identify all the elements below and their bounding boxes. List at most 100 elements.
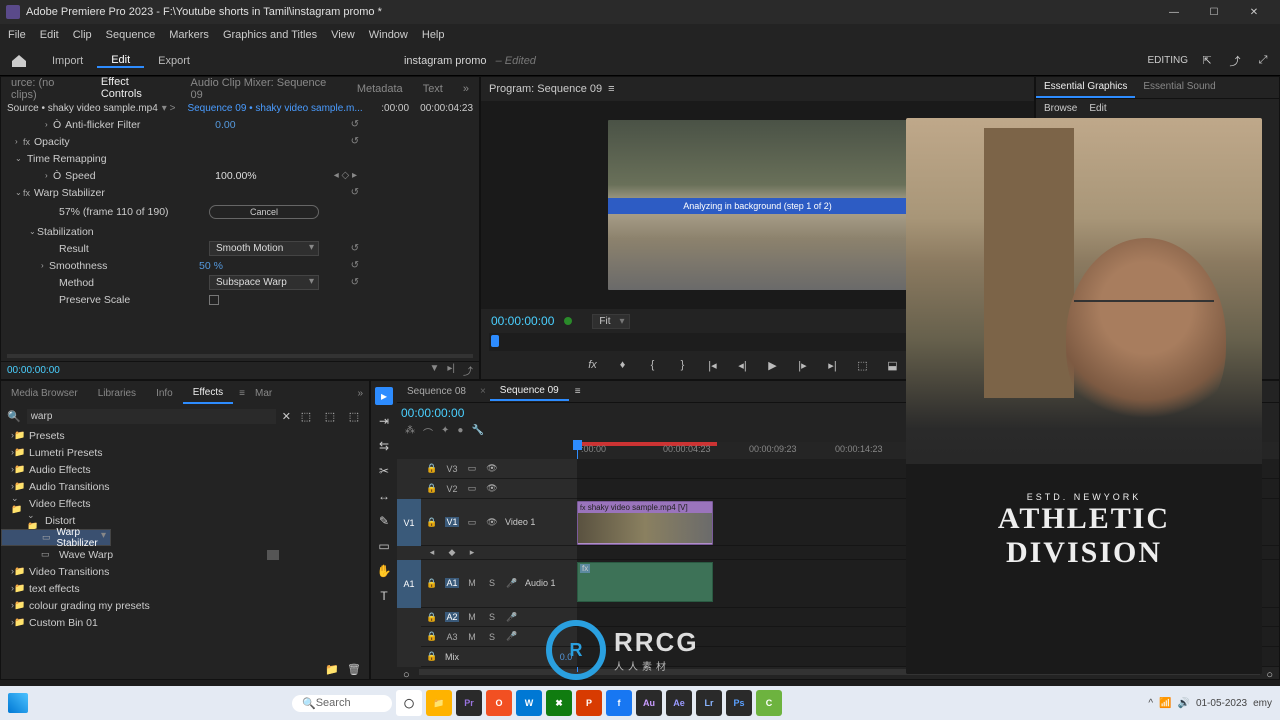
time-remapping-label[interactable]: Time Remapping: [27, 153, 177, 165]
speed-value[interactable]: 100.00%: [215, 170, 256, 182]
seq-tab-08[interactable]: Sequence 08: [397, 383, 476, 400]
anti-flicker-value[interactable]: 0.00: [215, 119, 235, 131]
subtab-browse[interactable]: Browse: [1044, 103, 1077, 114]
mic-icon[interactable]: 🎤: [505, 631, 519, 642]
app-explorer[interactable]: 📁: [426, 690, 452, 716]
taskbar-search[interactable]: 🔍 Search: [292, 695, 392, 712]
tray-wifi-icon[interactable]: 📶: [1159, 698, 1171, 709]
subtab-edit[interactable]: Edit: [1089, 103, 1106, 114]
razor-tool[interactable]: ✂: [375, 462, 393, 480]
mode-export[interactable]: Export: [144, 55, 204, 67]
lock-icon[interactable]: 🔒: [425, 612, 439, 623]
ec-timecode[interactable]: 00:00:00:00: [7, 365, 60, 376]
effects-search-input[interactable]: [27, 409, 276, 424]
menu-sequence[interactable]: Sequence: [106, 29, 156, 41]
step-forward-icon[interactable]: |▸: [794, 356, 812, 374]
filter-icon[interactable]: ▼: [429, 363, 439, 378]
mode-edit[interactable]: Edit: [97, 54, 144, 68]
tray-volume-icon[interactable]: 🔊: [1177, 698, 1189, 709]
toggle-output-icon[interactable]: ▭: [465, 463, 479, 474]
tab-media-browser[interactable]: Media Browser: [1, 384, 88, 403]
menu-file[interactable]: File: [8, 29, 26, 41]
reset-icon[interactable]: ↺: [351, 260, 359, 271]
fullscreen-icon[interactable]: ⤢: [1254, 52, 1272, 70]
fx-icon[interactable]: fx: [584, 356, 602, 374]
source-patch-a1[interactable]: A1: [397, 560, 421, 607]
ripple-tool[interactable]: ⇆: [375, 437, 393, 455]
smoothness-value[interactable]: 50 %: [199, 260, 223, 272]
mic-icon[interactable]: 🎤: [505, 578, 519, 589]
app-chrome[interactable]: ◯: [396, 690, 422, 716]
rectangle-tool[interactable]: ▭: [375, 537, 393, 555]
tab-text[interactable]: Text: [413, 79, 453, 99]
source-patch-v1[interactable]: V1: [397, 499, 421, 546]
tree-video-transitions[interactable]: Video Transitions: [29, 566, 109, 578]
menu-window[interactable]: Window: [369, 29, 408, 41]
quick-export-icon[interactable]: ⇱: [1198, 52, 1216, 70]
delete-icon[interactable]: 🗑: [347, 663, 361, 676]
lock-icon[interactable]: 🔒: [425, 578, 439, 589]
lock-icon[interactable]: 🔒: [425, 463, 439, 474]
lock-icon[interactable]: 🔒: [425, 483, 439, 494]
reset-icon[interactable]: ↺: [351, 136, 359, 147]
tabs-overflow-icon[interactable]: »: [453, 79, 479, 99]
tree-lumetri[interactable]: Lumetri Presets: [29, 447, 103, 459]
tree-audio-transitions[interactable]: Audio Transitions: [29, 481, 110, 493]
timeline-timecode[interactable]: 00:00:00:00: [401, 406, 464, 420]
app-after-effects[interactable]: Ae: [666, 690, 692, 716]
sequence-clip-link[interactable]: Sequence 09 • shaky video sample.m...: [187, 103, 362, 114]
zoom-fit-select[interactable]: Fit: [592, 314, 629, 329]
lock-icon[interactable]: 🔒: [425, 631, 439, 642]
selection-tool[interactable]: ▸: [375, 387, 393, 405]
menu-view[interactable]: View: [331, 29, 355, 41]
keyframe-nav-icon[interactable]: ▸|: [447, 363, 455, 378]
reset-icon[interactable]: ↺: [351, 243, 359, 254]
program-timecode[interactable]: 00:00:00:00: [491, 314, 554, 328]
preset-icon[interactable]: ⬚: [345, 407, 363, 425]
new-bin-icon[interactable]: 📁: [325, 663, 339, 676]
reset-icon[interactable]: ↺: [351, 119, 359, 130]
minimize-button[interactable]: —: [1154, 1, 1194, 23]
slip-tool[interactable]: ↔: [375, 487, 393, 505]
hand-tool[interactable]: ✋: [375, 562, 393, 580]
tab-metadata[interactable]: Metadata: [347, 79, 413, 99]
tab-libraries[interactable]: Libraries: [88, 384, 146, 403]
app-camtasia[interactable]: C: [756, 690, 782, 716]
tree-warp-stabilizer[interactable]: Warp Stabilizer: [57, 527, 98, 549]
pen-tool[interactable]: ✎: [375, 512, 393, 530]
maximize-button[interactable]: ☐: [1194, 1, 1234, 23]
track-select-tool[interactable]: ⇥: [375, 412, 393, 430]
menu-clip[interactable]: Clip: [73, 29, 92, 41]
app-ppt[interactable]: P: [576, 690, 602, 716]
tray-date[interactable]: 01-05-2023: [1196, 698, 1247, 709]
app-word[interactable]: W: [516, 690, 542, 716]
opacity-label[interactable]: Opacity: [34, 136, 184, 148]
wrench-icon[interactable]: 🔧: [471, 425, 483, 440]
type-tool[interactable]: T: [375, 587, 393, 605]
tree-video-effects[interactable]: Video Effects: [29, 498, 91, 510]
tree-presets[interactable]: Presets: [29, 430, 65, 442]
keyframe-add-icon[interactable]: ⤴: [463, 363, 473, 378]
tab-essential-sound[interactable]: Essential Sound: [1135, 77, 1223, 98]
marker-icon[interactable]: ♦: [614, 356, 632, 374]
reset-icon[interactable]: ↺: [351, 187, 359, 198]
eye-icon[interactable]: 👁: [485, 463, 499, 474]
seq-tab-09[interactable]: Sequence 09: [490, 382, 569, 401]
app-xbox[interactable]: ✖: [546, 690, 572, 716]
tab-info[interactable]: Info: [146, 384, 183, 403]
workspace-label[interactable]: EDITING: [1147, 55, 1188, 66]
tree-custom-bin[interactable]: Custom Bin 01: [29, 617, 98, 629]
app-photoshop[interactable]: Ps: [726, 690, 752, 716]
lock-icon[interactable]: 🔒: [425, 651, 439, 662]
audio-clip[interactable]: fx: [577, 562, 713, 602]
preserve-scale-checkbox[interactable]: [209, 295, 219, 305]
tray-chevron-icon[interactable]: ^: [1148, 698, 1153, 709]
menu-help[interactable]: Help: [422, 29, 445, 41]
preset-icon[interactable]: ⬚: [321, 407, 339, 425]
toggle-output-icon[interactable]: ▭: [465, 483, 479, 494]
home-icon[interactable]: [10, 54, 28, 68]
eye-icon[interactable]: 👁: [485, 517, 499, 528]
tab-essential-graphics[interactable]: Essential Graphics: [1036, 77, 1135, 98]
close-button[interactable]: ✕: [1234, 1, 1274, 23]
go-to-in-icon[interactable]: |◂: [704, 356, 722, 374]
